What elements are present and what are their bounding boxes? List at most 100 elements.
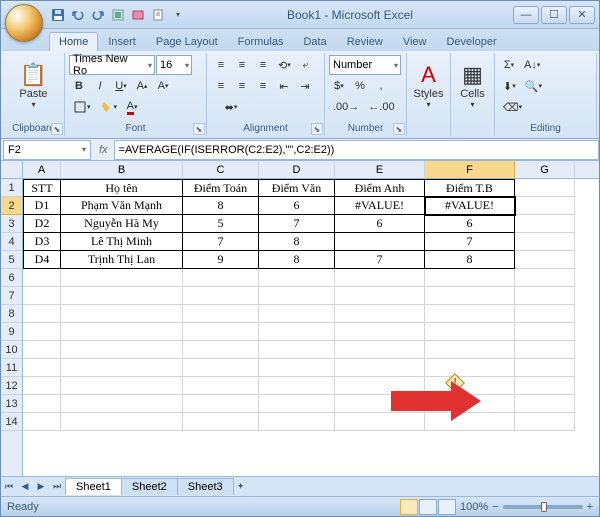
row-header-11[interactable]: 11: [1, 359, 22, 377]
cell-B2[interactable]: Phạm Văn Mạnh: [61, 197, 183, 215]
cell-B7[interactable]: [61, 287, 183, 305]
sheet-nav-prev[interactable]: ◀: [17, 479, 33, 495]
number-launcher[interactable]: ⬊: [393, 123, 405, 135]
underline-button[interactable]: U▾: [111, 76, 131, 96]
cell-B14[interactable]: [61, 413, 183, 431]
tab-page-layout[interactable]: Page Layout: [146, 32, 228, 51]
sheet-nav-next[interactable]: ▶: [33, 479, 49, 495]
cell-E10[interactable]: [335, 341, 425, 359]
comma-button[interactable]: ,: [371, 76, 391, 96]
cell-G6[interactable]: [515, 269, 575, 287]
cell-F6[interactable]: [425, 269, 515, 287]
cell-G7[interactable]: [515, 287, 575, 305]
col-header-F[interactable]: F: [425, 161, 515, 178]
zoom-out-button[interactable]: −: [492, 501, 498, 513]
cell-D4[interactable]: 8: [259, 233, 335, 251]
decrease-decimal-button[interactable]: ←.00: [364, 97, 398, 117]
cell-G4[interactable]: [515, 233, 575, 251]
cell-G13[interactable]: [515, 395, 575, 413]
shrink-font-button[interactable]: A▾: [153, 76, 173, 96]
cell-D5[interactable]: 8: [259, 251, 335, 269]
undo-icon[interactable]: [69, 6, 87, 24]
cell-G14[interactable]: [515, 413, 575, 431]
cell-E6[interactable]: [335, 269, 425, 287]
qat-icon[interactable]: [149, 6, 167, 24]
cell-C9[interactable]: [183, 323, 259, 341]
cell-B13[interactable]: [61, 395, 183, 413]
cell-B1[interactable]: Họ tên: [61, 179, 183, 197]
cell-F3[interactable]: 6: [425, 215, 515, 233]
font-size-combo[interactable]: 16: [156, 55, 192, 75]
cell-G1[interactable]: [515, 179, 575, 197]
cell-C8[interactable]: [183, 305, 259, 323]
zoom-slider[interactable]: [503, 505, 583, 509]
align-bottom-button[interactable]: ≡: [253, 55, 273, 75]
row-header-14[interactable]: 14: [1, 413, 22, 431]
align-top-button[interactable]: ≡: [211, 55, 231, 75]
currency-button[interactable]: $▾: [329, 76, 349, 96]
row-header-7[interactable]: 7: [1, 287, 22, 305]
cell-D12[interactable]: [259, 377, 335, 395]
cell-C1[interactable]: Điểm Toán: [183, 179, 259, 197]
row-header-6[interactable]: 6: [1, 269, 22, 287]
cell-G9[interactable]: [515, 323, 575, 341]
tab-view[interactable]: View: [393, 32, 437, 51]
percent-button[interactable]: %: [350, 76, 370, 96]
border-button[interactable]: ▾: [69, 97, 95, 117]
col-header-G[interactable]: G: [515, 161, 575, 178]
tab-formulas[interactable]: Formulas: [228, 32, 294, 51]
cell-G2[interactable]: [515, 197, 575, 215]
cell-E1[interactable]: Điểm Anh: [335, 179, 425, 197]
cell-D1[interactable]: Điểm Văn: [259, 179, 335, 197]
italic-button[interactable]: I: [90, 76, 110, 96]
cell-F5[interactable]: 8: [425, 251, 515, 269]
cell-A11[interactable]: [23, 359, 61, 377]
merge-button[interactable]: ⬌▾: [211, 97, 251, 117]
cell-D3[interactable]: 7: [259, 215, 335, 233]
sheet-tab-2[interactable]: Sheet2: [121, 478, 178, 495]
align-left-button[interactable]: ≡: [211, 76, 231, 96]
select-all-button[interactable]: [1, 161, 22, 179]
formula-input[interactable]: =AVERAGE(IF(ISERROR(C2:E2),"",C2:E2)): [114, 140, 599, 160]
cell-D11[interactable]: [259, 359, 335, 377]
cell-B11[interactable]: [61, 359, 183, 377]
row-header-12[interactable]: 12: [1, 377, 22, 395]
row-header-9[interactable]: 9: [1, 323, 22, 341]
cell-F9[interactable]: [425, 323, 515, 341]
paste-button[interactable]: 📋Paste▾: [7, 55, 60, 115]
increase-indent-button[interactable]: ⇥: [295, 76, 315, 96]
decrease-indent-button[interactable]: ⇤: [274, 76, 294, 96]
cell-G8[interactable]: [515, 305, 575, 323]
cell-E8[interactable]: [335, 305, 425, 323]
cell-C13[interactable]: [183, 395, 259, 413]
cell-A2[interactable]: D1: [23, 197, 61, 215]
cell-F1[interactable]: Điểm T.B: [425, 179, 515, 197]
maximize-button[interactable]: ☐: [541, 6, 567, 24]
bold-button[interactable]: B: [69, 76, 89, 96]
row-header-2[interactable]: 2: [1, 197, 22, 215]
new-sheet-button[interactable]: ✦: [233, 479, 249, 495]
fill-color-button[interactable]: ▾: [96, 97, 122, 117]
cells-button[interactable]: ▦Cells▾: [455, 55, 490, 115]
cell-D8[interactable]: [259, 305, 335, 323]
tab-home[interactable]: Home: [49, 32, 98, 51]
cell-C4[interactable]: 7: [183, 233, 259, 251]
col-header-E[interactable]: E: [335, 161, 425, 178]
zoom-in-button[interactable]: +: [587, 501, 593, 513]
cell-B10[interactable]: [61, 341, 183, 359]
cell-E4[interactable]: [335, 233, 425, 251]
cell-G12[interactable]: [515, 377, 575, 395]
cell-A12[interactable]: [23, 377, 61, 395]
cell-D7[interactable]: [259, 287, 335, 305]
redo-icon[interactable]: [89, 6, 107, 24]
autosum-button[interactable]: Σ▾: [499, 55, 519, 75]
number-format-combo[interactable]: Number: [329, 55, 401, 75]
tab-review[interactable]: Review: [337, 32, 393, 51]
clipboard-launcher[interactable]: ⬊: [51, 123, 63, 135]
cell-C12[interactable]: [183, 377, 259, 395]
cell-A3[interactable]: D2: [23, 215, 61, 233]
cell-F11[interactable]: [425, 359, 515, 377]
cell-A4[interactable]: D3: [23, 233, 61, 251]
row-header-4[interactable]: 4: [1, 233, 22, 251]
cell-C5[interactable]: 9: [183, 251, 259, 269]
